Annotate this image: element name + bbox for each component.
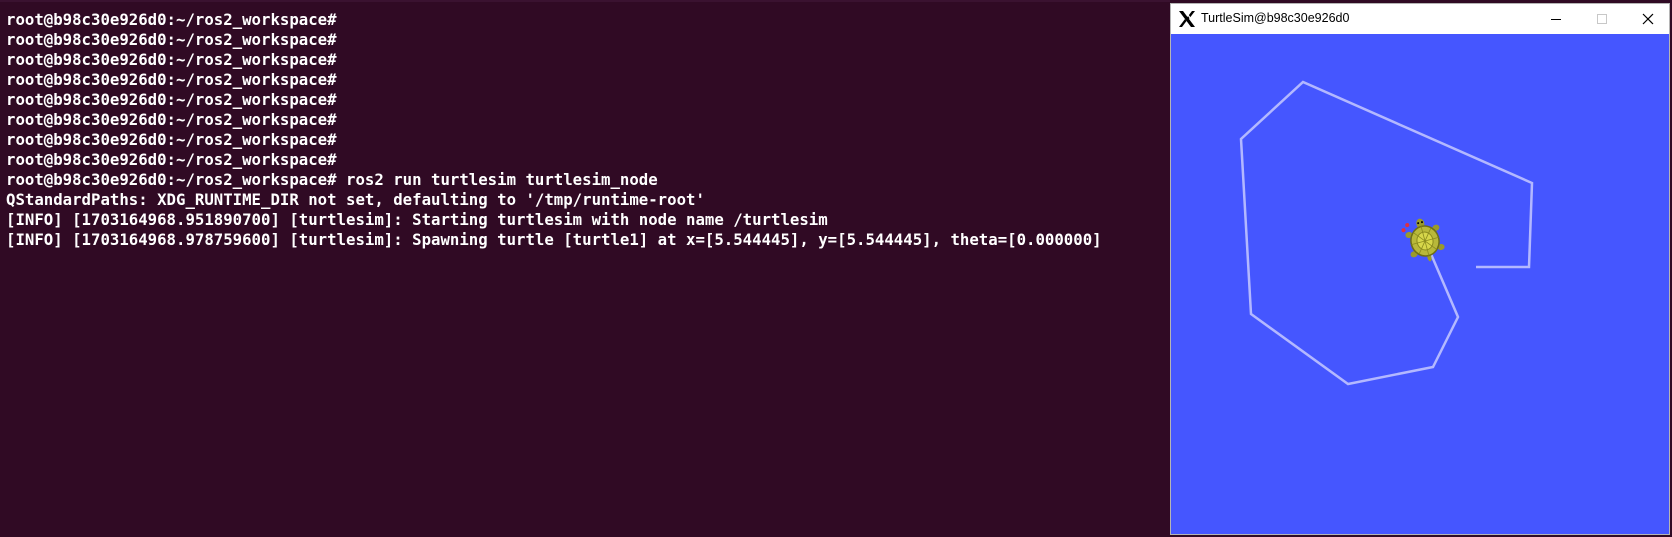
window-title: TurtleSim@b98c30e926d0 xyxy=(1201,11,1350,25)
terminal-line: root@b98c30e926d0:~/ros2_workspace# xyxy=(6,10,337,29)
terminal-top-border xyxy=(0,0,1170,2)
minimize-button[interactable] xyxy=(1533,4,1579,34)
terminal-line: root@b98c30e926d0:~/ros2_workspace# xyxy=(6,50,337,69)
maximize-button[interactable] xyxy=(1579,4,1625,34)
terminal-warning-line: QStandardPaths: XDG_RUNTIME_DIR not set,… xyxy=(6,190,705,209)
window-titlebar[interactable]: TurtleSim@b98c30e926d0 xyxy=(1171,4,1669,34)
terminal-window[interactable]: root@b98c30e926d0:~/ros2_workspace# root… xyxy=(0,0,1170,537)
minimize-icon xyxy=(1551,19,1561,20)
terminal-line: root@b98c30e926d0:~/ros2_workspace# xyxy=(6,130,337,149)
terminal-line: root@b98c30e926d0:~/ros2_workspace# xyxy=(6,70,337,89)
turtlesim-window[interactable]: TurtleSim@b98c30e926d0 xyxy=(1170,3,1670,535)
terminal-info-line: [INFO] [1703164968.978759600] [turtlesim… xyxy=(6,230,1102,249)
terminal-line: root@b98c30e926d0:~/ros2_workspace# xyxy=(6,30,337,49)
close-icon xyxy=(1642,13,1654,25)
terminal-command-line: root@b98c30e926d0:~/ros2_workspace# ros2… xyxy=(6,170,658,189)
terminal-line: root@b98c30e926d0:~/ros2_workspace# xyxy=(6,110,337,129)
turtle-icon xyxy=(1401,218,1445,262)
x-window-system-icon xyxy=(1178,10,1196,28)
terminal-line: root@b98c30e926d0:~/ros2_workspace# xyxy=(6,90,337,109)
terminal-output: root@b98c30e926d0:~/ros2_workspace# root… xyxy=(6,10,1102,250)
maximize-icon xyxy=(1597,14,1607,24)
turtlesim-canvas[interactable] xyxy=(1171,34,1669,534)
close-button[interactable] xyxy=(1625,4,1669,34)
terminal-info-line: [INFO] [1703164968.951890700] [turtlesim… xyxy=(6,210,828,229)
turtle-path xyxy=(1239,80,1534,386)
terminal-line: root@b98c30e926d0:~/ros2_workspace# xyxy=(6,150,337,169)
